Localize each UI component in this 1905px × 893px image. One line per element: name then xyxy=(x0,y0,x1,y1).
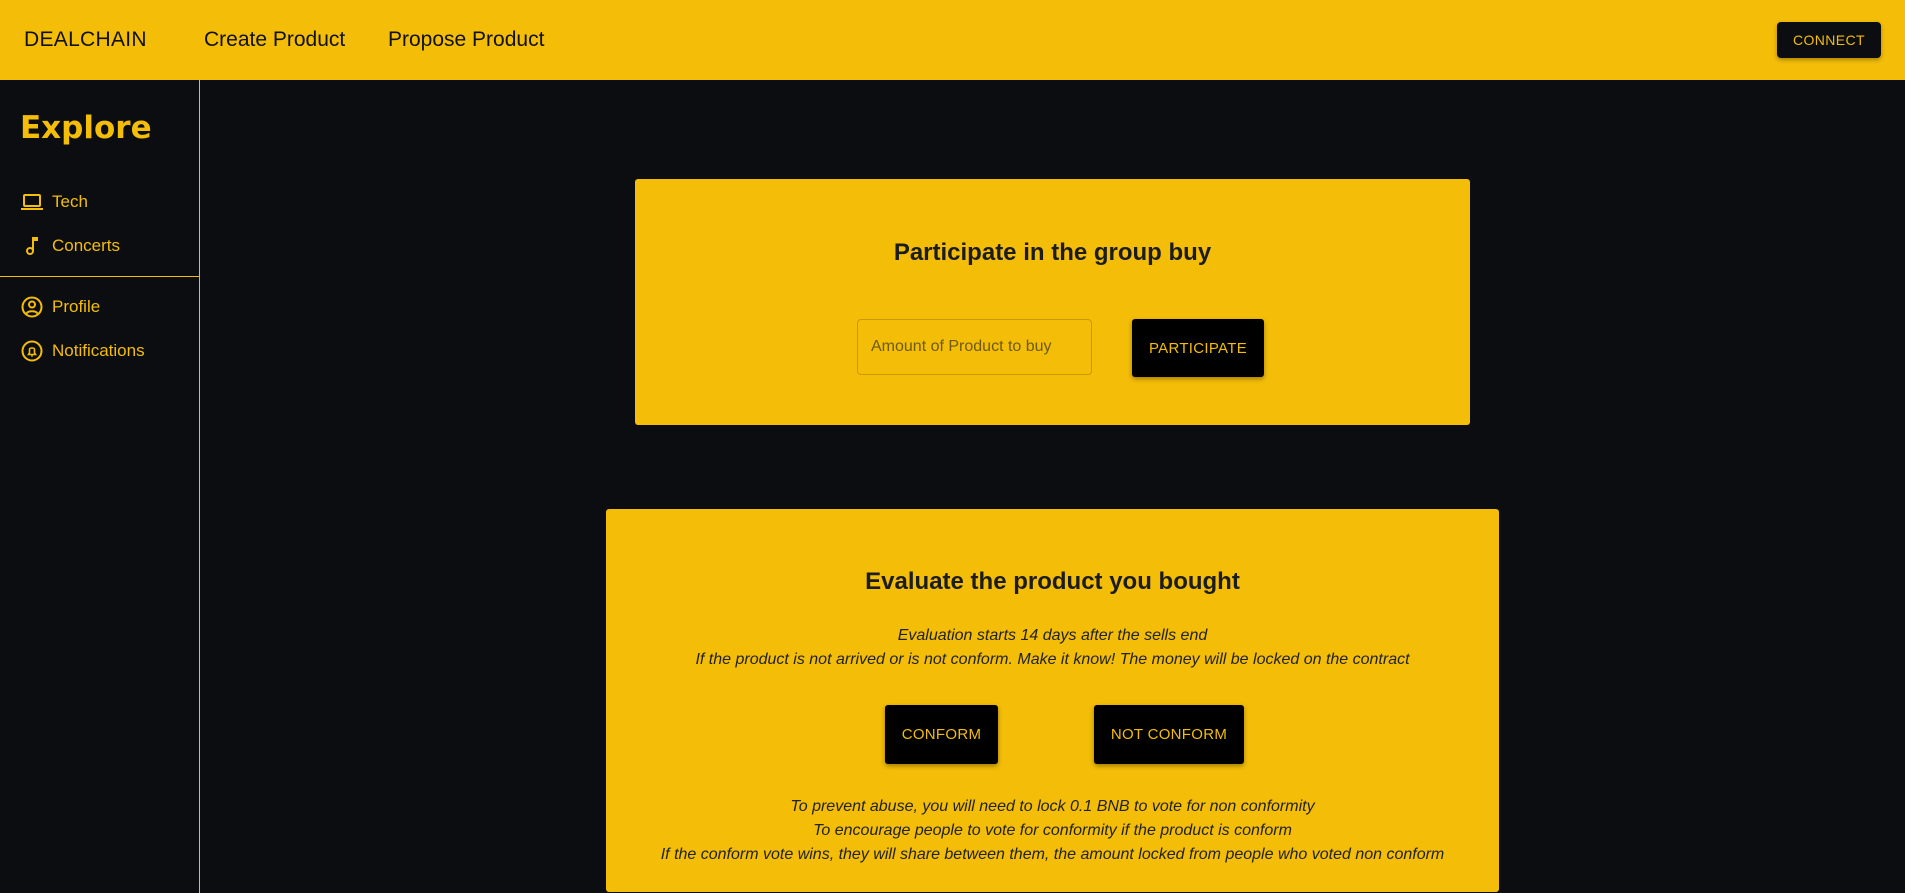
sidebar-item-label: Concerts xyxy=(52,236,121,255)
participate-title: Participate in the group buy xyxy=(893,239,1212,266)
participate-button[interactable]: PARTICIPATE xyxy=(1132,319,1264,377)
top-app-bar: DEALCHAIN Create Product Propose Product… xyxy=(0,0,1905,80)
conform-button[interactable]: CONFORM xyxy=(885,705,998,764)
voting-rule-text: To encourage people to vote for conformi… xyxy=(813,822,1292,839)
sidebar-item-profile[interactable]: Profile xyxy=(20,295,100,319)
evaluate-title: Evaluate the product you bought xyxy=(865,568,1240,595)
voting-rule-text: If the conform vote wins, they will shar… xyxy=(660,846,1445,863)
sidebar-item-label: Tech xyxy=(52,192,88,211)
sidebar-title: Explore xyxy=(20,110,152,146)
not-conform-button[interactable]: NOT CONFORM xyxy=(1094,705,1244,764)
sidebar-item-tech[interactable]: Tech xyxy=(20,190,88,214)
participate-card: Participate in the group buy PARTICIPATE xyxy=(635,179,1470,425)
evaluation-info-text: Evaluation starts 14 days after the sell… xyxy=(897,627,1208,644)
sidebar-item-label: Profile xyxy=(52,297,101,316)
sidebar-item-label: Notifications xyxy=(52,341,145,360)
sidebar: Explore Tech Concerts Profile Notificati… xyxy=(0,80,200,893)
nav-propose-product[interactable]: Propose Product xyxy=(388,28,544,52)
connect-button[interactable]: CONNECT xyxy=(1777,22,1881,58)
music-note-icon xyxy=(20,234,44,258)
evaluation-info-text: If the product is not arrived or is not … xyxy=(695,651,1410,668)
laptop-icon xyxy=(20,190,44,214)
brand-logo[interactable]: DEALCHAIN xyxy=(24,28,147,52)
sidebar-item-notifications[interactable]: Notifications xyxy=(20,339,145,363)
bell-icon xyxy=(20,339,44,363)
amount-input[interactable] xyxy=(857,319,1092,375)
sidebar-divider xyxy=(0,276,200,277)
nav-create-product[interactable]: Create Product xyxy=(204,28,345,52)
sidebar-item-concerts[interactable]: Concerts xyxy=(20,234,120,258)
evaluate-card: Evaluate the product you bought Evaluati… xyxy=(606,509,1499,892)
account-circle-icon xyxy=(20,295,44,319)
voting-rule-text: To prevent abuse, you will need to lock … xyxy=(790,798,1315,815)
